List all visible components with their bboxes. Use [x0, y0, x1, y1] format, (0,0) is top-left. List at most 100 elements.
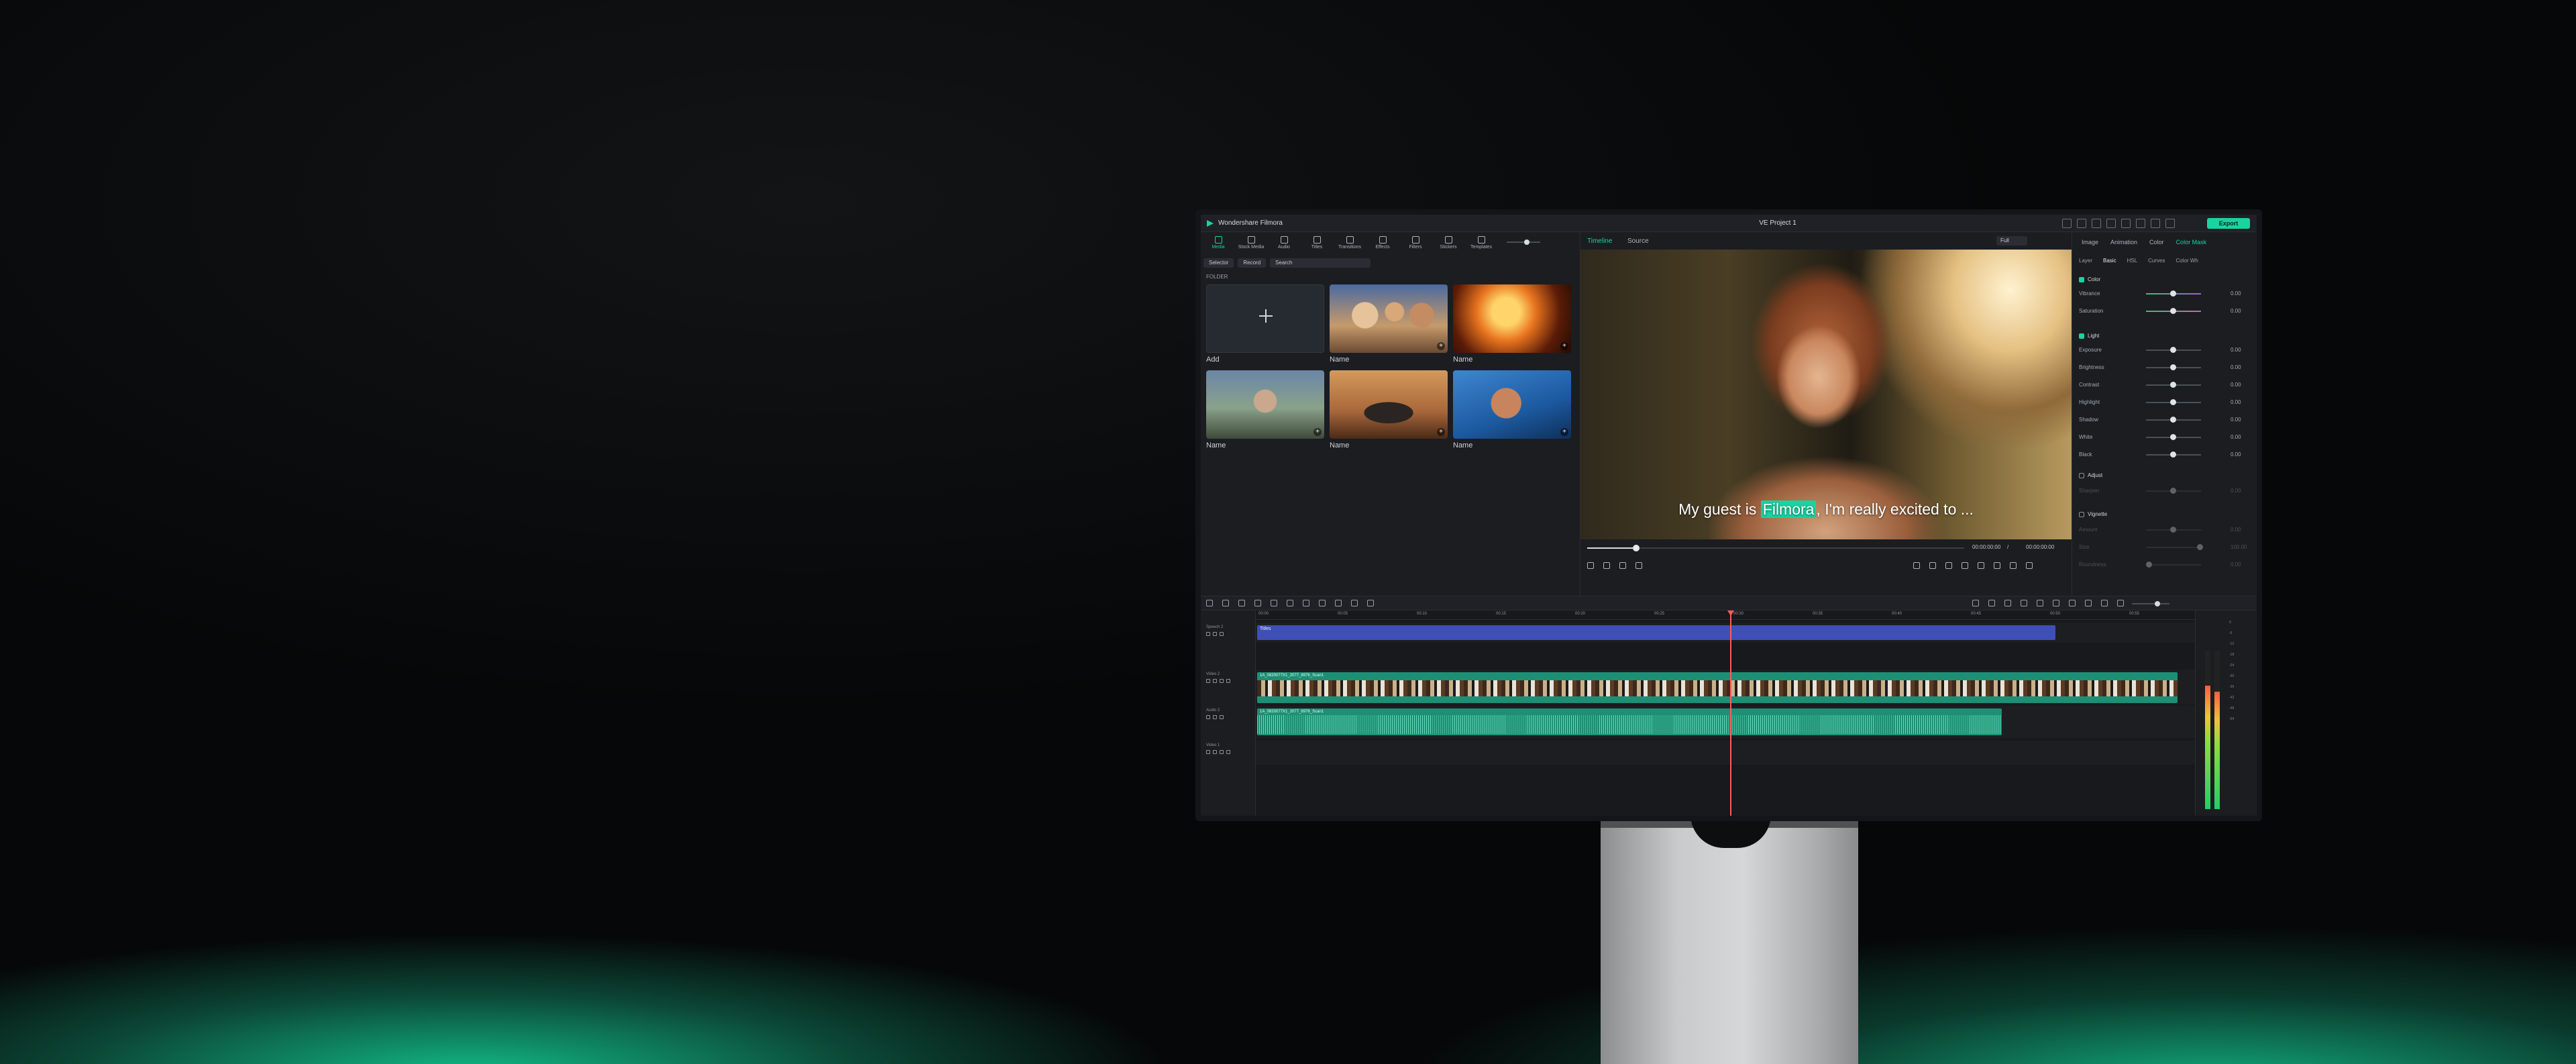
tab-templates[interactable]: Templates	[1466, 235, 1496, 254]
eye-icon[interactable]	[1213, 750, 1217, 754]
tab-image[interactable]: Image	[2082, 239, 2098, 246]
color-section-toggle[interactable]: Color	[2079, 276, 2100, 282]
render-icon[interactable]	[1913, 562, 1920, 569]
menu-icon[interactable]	[2165, 219, 2175, 228]
tab-animation[interactable]: Animation	[2110, 239, 2137, 246]
tab-effects[interactable]: Effects	[1368, 235, 1397, 254]
audio-clip[interactable]: 1A_0820077X1_2077_8976_Scan1	[1257, 708, 2002, 735]
subtab-curves[interactable]: Curves	[2148, 258, 2165, 264]
previous-frame-icon[interactable]	[1587, 562, 1594, 569]
lock-icon[interactable]	[1206, 750, 1210, 754]
thumbnail-size-slider[interactable]	[1507, 240, 1540, 245]
media-item[interactable]: + Name	[1206, 370, 1324, 449]
light-section-toggle[interactable]: Light	[2079, 333, 2099, 339]
selector-dropdown[interactable]: Selector	[1203, 258, 1234, 268]
preview-scrubber[interactable]	[1587, 545, 1964, 551]
play-icon[interactable]	[1619, 562, 1626, 569]
eye-icon[interactable]	[1213, 632, 1217, 636]
marker-icon[interactable]	[1929, 562, 1936, 569]
zoom-icon[interactable]	[1978, 562, 1984, 569]
mic-icon[interactable]	[2021, 600, 2027, 606]
add-to-timeline-icon[interactable]: +	[1560, 342, 1568, 350]
media-search-input[interactable]: Search	[1270, 258, 1371, 268]
tab-titles[interactable]: Titles	[1302, 235, 1332, 254]
crop-icon[interactable]	[1351, 600, 1358, 606]
record-dropdown[interactable]: Record	[1238, 258, 1267, 268]
speaker-icon[interactable]	[1220, 632, 1224, 636]
text-tool-icon[interactable]	[1303, 600, 1309, 606]
snapshot-icon[interactable]	[1994, 562, 2000, 569]
folder-icon[interactable]	[1226, 679, 1230, 683]
account-icon[interactable]	[2151, 219, 2160, 228]
subtab-layer[interactable]: Layer	[2079, 258, 2092, 264]
tab-stickers[interactable]: Stickers	[1434, 235, 1463, 254]
timeline[interactable]: 00:00 00:05 00:10 00:15 00:20 00:25 00:30 00:35…	[1256, 610, 2218, 816]
vibrance-slider[interactable]: Vibrance 0.00	[2079, 290, 2251, 298]
export-button[interactable]: Export	[2207, 218, 2250, 229]
black-slider[interactable]: Black 0.00	[2079, 451, 2251, 459]
speaker-icon[interactable]	[1220, 679, 1224, 683]
scrubber-handle[interactable]	[1633, 545, 1640, 551]
shield-icon[interactable]	[2004, 600, 2011, 606]
image-icon[interactable]	[2101, 600, 2108, 606]
audio-output-icon[interactable]	[2010, 562, 2017, 569]
tab-source-preview[interactable]: Source	[1627, 237, 1649, 245]
mix-icon[interactable]	[2053, 600, 2059, 606]
speed-icon[interactable]	[1319, 600, 1326, 606]
magnet-icon[interactable]	[2069, 600, 2076, 606]
speaker-icon[interactable]	[1220, 750, 1224, 754]
shadow-slider[interactable]: Shadow 0.00	[2079, 416, 2251, 424]
feedback-icon[interactable]	[2077, 219, 2086, 228]
lock-icon[interactable]	[1206, 679, 1210, 683]
media-item[interactable]: + Name	[1330, 284, 1448, 364]
vignette-section-toggle[interactable]: Vignette	[2079, 511, 2107, 517]
eye-icon[interactable]	[1213, 679, 1217, 683]
mark-out-icon[interactable]	[1962, 562, 1968, 569]
tab-timeline-preview[interactable]: Timeline	[1587, 237, 1612, 245]
delete-icon[interactable]	[1271, 600, 1277, 606]
rewind-icon[interactable]	[1603, 562, 1610, 569]
vignette-size-slider[interactable]: Size 100.00	[2079, 543, 2251, 551]
timeline-ruler[interactable]: 00:00 00:05 00:10 00:15 00:20 00:25 00:30 00:35…	[1256, 610, 2218, 620]
subtitle-icon[interactable]	[2037, 600, 2043, 606]
video-clip[interactable]: 1A_0820077X1_2077_8976_Scan1	[1257, 672, 2178, 703]
white-slider[interactable]: White 0.00	[2079, 433, 2251, 441]
grid-layout-icon[interactable]	[1206, 600, 1213, 606]
media-item[interactable]: + Name	[1453, 370, 1571, 449]
gift-icon[interactable]	[2136, 219, 2145, 228]
split-screen-icon[interactable]	[2085, 600, 2092, 606]
select-tool-icon[interactable]	[1222, 600, 1229, 606]
folder-icon[interactable]	[1226, 750, 1230, 754]
ai-mate-icon[interactable]	[1972, 600, 1979, 606]
sharpen-slider[interactable]: Sharpen 0.00	[2079, 487, 2251, 495]
send-icon[interactable]	[2062, 219, 2072, 228]
mute-icon[interactable]	[1213, 715, 1217, 719]
subtab-hsl[interactable]: HSL	[2127, 258, 2138, 264]
undo-icon[interactable]	[1238, 600, 1245, 606]
mark-in-icon[interactable]	[1945, 562, 1952, 569]
lock-icon[interactable]	[1206, 632, 1210, 636]
save-icon[interactable]	[2106, 219, 2116, 228]
tab-filters[interactable]: Filters	[1401, 235, 1430, 254]
layout-icon[interactable]	[2092, 219, 2101, 228]
tab-stock-media[interactable]: Stock Media	[1236, 235, 1266, 254]
media-item[interactable]: + Name	[1330, 370, 1448, 449]
tab-color-mask[interactable]: Color Mask	[2176, 239, 2207, 246]
speaker-icon[interactable]	[1220, 715, 1224, 719]
tab-audio[interactable]: Audio	[1269, 235, 1299, 254]
contrast-slider[interactable]: Contrast 0.00	[2079, 381, 2251, 389]
add-to-timeline-icon[interactable]: +	[1437, 428, 1445, 436]
checkbox-unchecked-icon[interactable]	[2079, 472, 2084, 478]
color-match-icon[interactable]	[1988, 600, 1995, 606]
vignette-roundness-slider[interactable]: Roundness 0.00	[2079, 561, 2251, 569]
fullscreen-icon[interactable]	[2026, 562, 2033, 569]
media-item[interactable]: + Name	[1453, 284, 1571, 364]
title-clip[interactable]: Titles	[1257, 625, 2055, 640]
add-media-tile[interactable]: Add	[1206, 284, 1324, 364]
zoom-out-icon[interactable]	[2117, 600, 2124, 606]
cloud-icon[interactable]	[2121, 219, 2131, 228]
tab-media[interactable]: Media	[1203, 235, 1233, 254]
split-icon[interactable]	[1287, 600, 1293, 606]
brightness-slider[interactable]: Brightness 0.00	[2079, 364, 2251, 372]
playhead[interactable]	[1730, 610, 1731, 816]
